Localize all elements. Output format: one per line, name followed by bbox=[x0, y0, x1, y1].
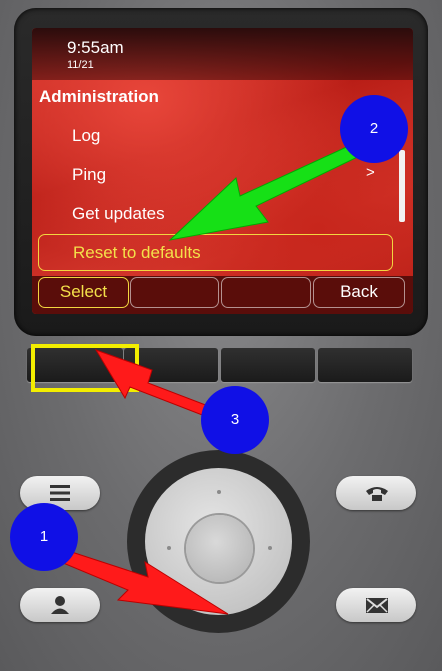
arrow-3 bbox=[94, 349, 217, 419]
desk-phone: 9:55am 11/21 Administration Log Ping > G… bbox=[0, 0, 442, 671]
arrow-2 bbox=[168, 138, 373, 241]
step-3-badge: 3 bbox=[201, 386, 269, 454]
step-1-badge: 1 bbox=[10, 503, 78, 571]
step-2-badge: 2 bbox=[340, 95, 408, 163]
